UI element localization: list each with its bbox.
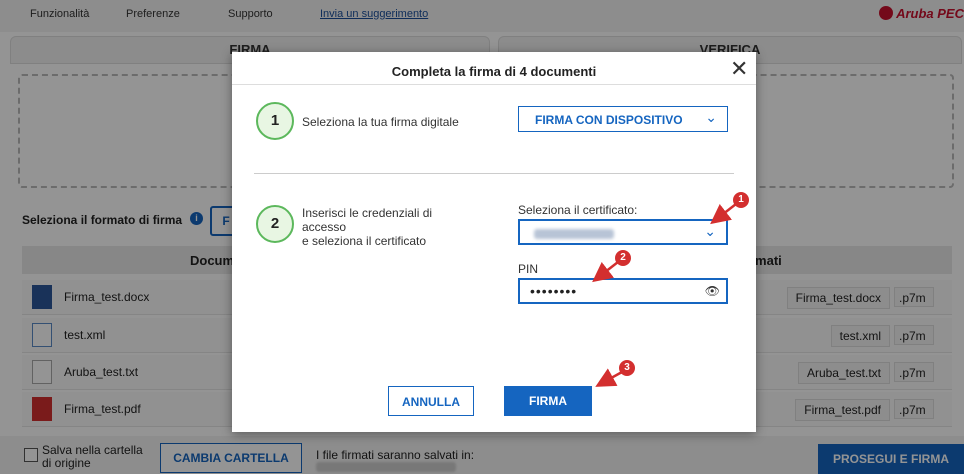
annotation-arrow-2 (592, 261, 619, 283)
annotation-badge-3: 3 (619, 360, 635, 376)
annotation-arrow-1 (710, 203, 737, 225)
annotation-arrow-3 (595, 368, 623, 387)
annotation-badge-2: 2 (615, 250, 631, 266)
annotation-arrows (592, 203, 737, 387)
annotation-badge-1: 1 (733, 192, 749, 208)
